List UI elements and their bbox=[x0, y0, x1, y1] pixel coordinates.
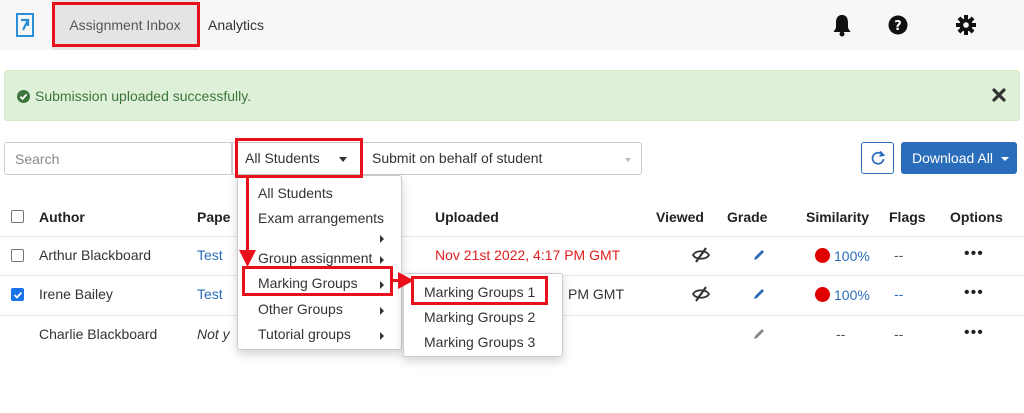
similarity-value: -- bbox=[836, 326, 846, 342]
paper-link[interactable]: Test bbox=[197, 247, 223, 263]
col-header-paper[interactable]: Pape bbox=[197, 209, 230, 225]
similarity-value: 100% bbox=[834, 248, 870, 264]
caret-down-icon bbox=[625, 158, 631, 162]
author-name: Irene Bailey bbox=[39, 286, 113, 302]
similarity-score[interactable]: 100% bbox=[815, 248, 870, 264]
caret-right-icon bbox=[380, 256, 384, 264]
flags-value: -- bbox=[894, 247, 904, 263]
flags-value[interactable]: -- bbox=[894, 286, 903, 302]
refresh-icon bbox=[871, 150, 886, 165]
menu-item-all-students[interactable]: All Students bbox=[258, 185, 333, 201]
menu-item-exam-arrangements[interactable]: Exam arrangements bbox=[258, 210, 384, 226]
uploaded-date: Nov 21st 2022, 4:17 PM GMT bbox=[435, 247, 621, 263]
menu-item-marking-groups-1[interactable]: Marking Groups 1 bbox=[424, 284, 535, 300]
col-header-author[interactable]: Author bbox=[39, 209, 85, 225]
similarity-dot bbox=[815, 248, 830, 263]
col-header-options[interactable]: Options bbox=[950, 209, 1003, 225]
bell-icon[interactable] bbox=[831, 13, 853, 37]
caret-right-icon bbox=[380, 307, 384, 315]
options-menu-icon[interactable]: ••• bbox=[964, 324, 984, 342]
similarity-score[interactable]: 100% bbox=[815, 287, 870, 303]
student-filter-dropdown[interactable]: All Students bbox=[232, 142, 362, 175]
options-menu-icon[interactable]: ••• bbox=[964, 284, 984, 302]
paper-link[interactable]: Test bbox=[197, 286, 223, 302]
eye-slash-icon bbox=[692, 286, 710, 302]
gear-icon[interactable] bbox=[955, 13, 977, 37]
arrow-right-icon bbox=[398, 272, 414, 289]
alert-message: Submission uploaded successfully. bbox=[35, 88, 252, 104]
pencil-icon[interactable] bbox=[752, 287, 766, 301]
check-circle-icon bbox=[17, 90, 30, 103]
col-header-similarity[interactable]: Similarity bbox=[806, 209, 869, 225]
search-input[interactable] bbox=[4, 142, 232, 175]
arrow-down-icon bbox=[239, 250, 256, 267]
submit-on-behalf-select[interactable]: Submit on behalf of student bbox=[362, 142, 642, 175]
select-all-checkbox[interactable] bbox=[11, 210, 24, 223]
menu-item-tutorial-groups[interactable]: Tutorial groups bbox=[258, 326, 351, 342]
refresh-button[interactable] bbox=[861, 142, 894, 174]
menu-item-marking-groups-3[interactable]: Marking Groups 3 bbox=[424, 334, 535, 350]
caret-right-icon bbox=[380, 235, 384, 243]
similarity-value: 100% bbox=[834, 287, 870, 303]
flags-value: -- bbox=[894, 326, 904, 342]
row-divider bbox=[0, 236, 1024, 237]
close-icon[interactable] bbox=[991, 87, 1007, 103]
caret-right-icon bbox=[380, 332, 384, 340]
pencil-icon[interactable] bbox=[752, 327, 766, 341]
menu-item-marking-groups-2[interactable]: Marking Groups 2 bbox=[424, 309, 535, 325]
author-name: Charlie Blackboard bbox=[39, 326, 158, 342]
download-all-label: Download All bbox=[912, 150, 993, 166]
pencil-icon[interactable] bbox=[752, 248, 766, 262]
checkmark-icon bbox=[13, 291, 23, 299]
col-header-flags[interactable]: Flags bbox=[889, 209, 926, 225]
paper-status: Not y bbox=[197, 326, 230, 342]
menu-item-group-assignment[interactable]: Group assignment bbox=[258, 250, 372, 266]
student-filter-label: All Students bbox=[245, 150, 320, 166]
logo-icon[interactable] bbox=[14, 12, 36, 38]
tab-analytics[interactable]: Analytics bbox=[208, 0, 264, 50]
caret-right-icon bbox=[380, 281, 384, 289]
col-header-grade[interactable]: Grade bbox=[727, 209, 767, 225]
row-checkbox[interactable] bbox=[11, 288, 24, 301]
row-checkbox[interactable] bbox=[11, 249, 24, 262]
svg-text:?: ? bbox=[894, 19, 902, 34]
top-navigation: Assignment Inbox Analytics ? bbox=[0, 0, 1024, 50]
col-header-viewed[interactable]: Viewed bbox=[656, 209, 704, 225]
uploaded-date: PM GMT bbox=[568, 286, 624, 302]
author-name: Arthur Blackboard bbox=[39, 247, 152, 263]
annotation-arrow bbox=[246, 178, 249, 253]
similarity-dot bbox=[815, 287, 830, 302]
caret-down-icon bbox=[1001, 157, 1009, 161]
caret-down-icon bbox=[339, 157, 347, 162]
download-all-button[interactable]: Download All bbox=[901, 142, 1017, 174]
menu-item-other-groups[interactable]: Other Groups bbox=[258, 301, 343, 317]
help-icon[interactable]: ? bbox=[887, 13, 909, 37]
submit-on-behalf-label: Submit on behalf of student bbox=[372, 150, 543, 166]
menu-item-marking-groups[interactable]: Marking Groups bbox=[258, 275, 358, 291]
col-header-uploaded[interactable]: Uploaded bbox=[435, 209, 499, 225]
marking-groups-submenu: Marking Groups 1 Marking Groups 2 Markin… bbox=[403, 273, 563, 357]
options-menu-icon[interactable]: ••• bbox=[964, 245, 984, 263]
success-alert: Submission uploaded successfully. bbox=[4, 70, 1020, 121]
student-filter-menu: All Students Exam arrangements Group ass… bbox=[237, 175, 402, 350]
eye-slash-icon bbox=[692, 247, 710, 263]
tab-assignment-inbox[interactable]: Assignment Inbox bbox=[52, 0, 198, 50]
